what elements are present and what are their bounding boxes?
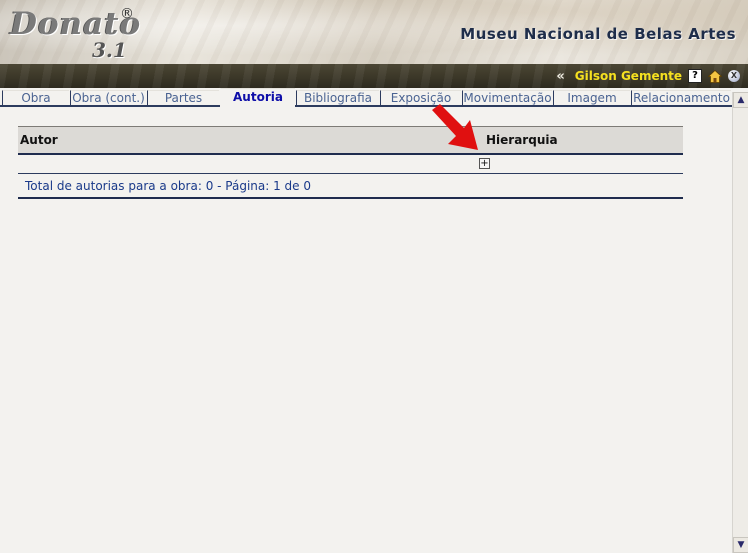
tab-obra[interactable]: Obra (2, 90, 69, 105)
username: Gilson Gemente (574, 69, 682, 83)
add-autoria-plus-icon[interactable]: + (479, 158, 490, 169)
tab-bar: Obra Obra (cont.) Partes Autoria Bibliog… (0, 88, 732, 107)
museum-title: Museu Nacional de Belas Artes (460, 25, 736, 43)
home-icon[interactable] (707, 69, 723, 83)
red-arrow-icon (432, 104, 478, 150)
column-header-autor: Autor (20, 133, 58, 147)
grid-footer: Total de autorias para a obra: 0 - Págin… (18, 174, 683, 199)
logout-close-icon[interactable]: X (728, 70, 740, 82)
tab-relacionamento[interactable]: Relacionamento (631, 90, 731, 105)
scroll-up-icon[interactable]: ▲ (733, 92, 748, 108)
donato-logo: Donato ® 3.1 (8, 4, 140, 62)
logo-registered-mark: ® (120, 6, 134, 22)
tab-partes[interactable]: Partes (147, 90, 219, 105)
tab-bibliografia[interactable]: Bibliografia (296, 90, 379, 105)
grid-header: Autor Hierarquia (18, 126, 683, 155)
tab-obra-cont[interactable]: Obra (cont.) (70, 90, 146, 105)
collapse-chevron-icon[interactable]: « (556, 69, 564, 84)
header-banner: Donato ® 3.1 Museu Nacional de Belas Art… (0, 0, 748, 64)
autoria-grid: Autor Hierarquia + Total de autorias par… (18, 126, 683, 199)
tab-imagem[interactable]: Imagem (553, 90, 630, 105)
tab-exposicao[interactable]: Exposição (380, 90, 461, 105)
tab-autoria[interactable]: Autoria (220, 88, 295, 107)
tab-movimentacao[interactable]: Movimentação (462, 90, 552, 105)
add-row: + (18, 155, 683, 174)
scroll-down-icon[interactable]: ▼ (733, 537, 748, 553)
column-header-hierarquia: Hierarquia (486, 133, 558, 147)
autoria-total-text: Total de autorias para a obra: 0 - Págin… (25, 179, 312, 193)
user-bar: « Gilson Gemente ? X (0, 64, 748, 88)
help-icon[interactable]: ? (688, 69, 702, 83)
vertical-scrollbar[interactable]: ▲ ▼ (732, 92, 748, 553)
logo-version: 3.1 (92, 38, 127, 62)
